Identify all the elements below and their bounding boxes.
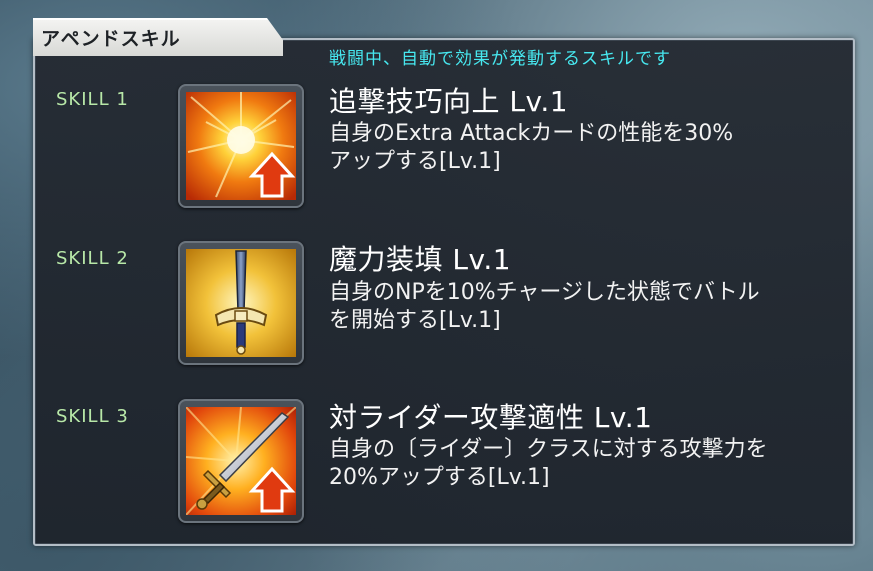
skill-1-name: 追撃技巧向上 Lv.1 bbox=[329, 85, 569, 118]
skill-1-label: SKILL 1 bbox=[56, 89, 129, 110]
skill-1-desc-line-2: アップする[Lv.1] bbox=[329, 149, 501, 174]
skill-2-name: 魔力装填 Lv.1 bbox=[329, 243, 512, 276]
skill-3-name: 対ライダー攻撃適性 Lv.1 bbox=[329, 401, 653, 434]
skill-3-desc-line-2: 20%アップする[Lv.1] bbox=[329, 465, 550, 490]
sword-up-arrow-icon bbox=[186, 407, 296, 515]
panel-title: アペンドスキル bbox=[41, 28, 181, 50]
skill-3-description: 自身の〔ライダー〕クラスに対する攻撃力を 20%アップする[Lv.1] bbox=[329, 436, 849, 492]
skill-3-label: SKILL 3 bbox=[56, 406, 129, 427]
skill-2-description: 自身のNPを10%チャージした状態でバトル を開始する[Lv.1] bbox=[329, 279, 849, 335]
skill-3-desc-line-1: 自身の〔ライダー〕クラスに対する攻撃力を bbox=[329, 437, 768, 462]
skill-2-desc-line-1: 自身のNPを10%チャージした状態でバトル bbox=[329, 280, 760, 305]
skill-2-label: SKILL 2 bbox=[56, 248, 129, 269]
flame-burst-up-arrow-icon bbox=[186, 92, 296, 200]
skill-1-description: 自身のExtra Attackカードの性能を30% アップする[Lv.1] bbox=[329, 120, 849, 176]
golden-sword-icon bbox=[186, 249, 296, 357]
panel-subtitle: 戦闘中、自動で効果が発動するスキルです bbox=[329, 49, 671, 69]
skill-1-icon-button[interactable] bbox=[178, 84, 304, 208]
skill-2-desc-line-2: を開始する[Lv.1] bbox=[329, 308, 501, 333]
skill-1-desc-line-1: 自身のExtra Attackカードの性能を30% bbox=[329, 121, 734, 146]
skill-2-icon-button[interactable] bbox=[178, 241, 304, 365]
skill-3-icon-button[interactable] bbox=[178, 399, 304, 523]
panel-title-tab: アペンドスキル bbox=[33, 18, 283, 56]
